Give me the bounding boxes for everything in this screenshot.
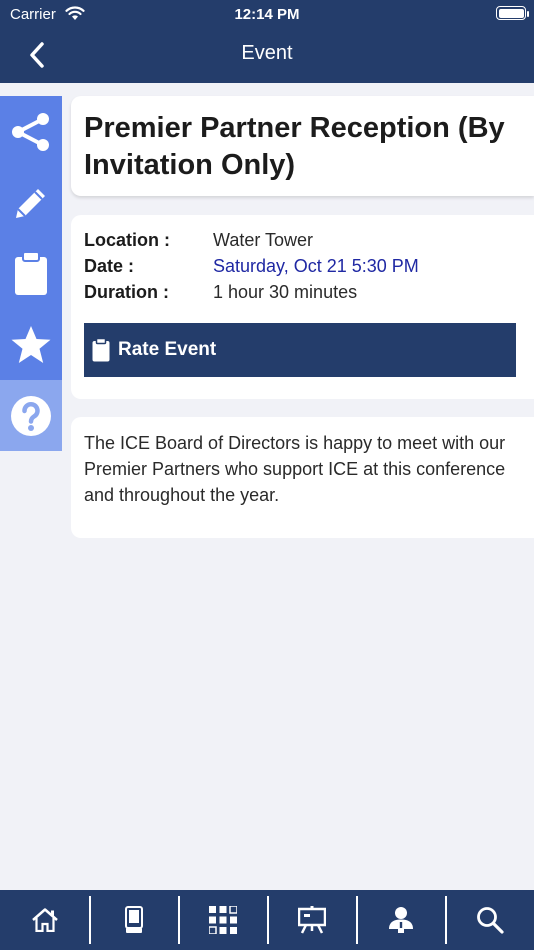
duration-label: Duration : bbox=[84, 282, 169, 302]
easel-icon bbox=[297, 906, 326, 934]
event-title: Premier Partner Reception (By Invitation… bbox=[84, 112, 505, 181]
help-icon bbox=[11, 395, 51, 436]
rate-event-label: Rate Event bbox=[118, 339, 217, 360]
status-bar: Carrier 12:14 PM bbox=[0, 0, 534, 30]
event-title-card: Premier Partner Reception (By Invitation… bbox=[71, 96, 534, 196]
clipboard-icon bbox=[92, 338, 110, 362]
tab-home[interactable] bbox=[0, 890, 89, 950]
home-icon bbox=[31, 908, 58, 932]
search-icon bbox=[476, 907, 504, 934]
event-description-card: The ICE Board of Directors is happy to m… bbox=[71, 417, 534, 538]
note-button[interactable] bbox=[0, 167, 62, 238]
event-description: The ICE Board of Directors is happy to m… bbox=[84, 433, 506, 505]
event-info-card: Location : Water Tower Date : Saturday, … bbox=[71, 215, 534, 399]
bottom-tab-bar bbox=[0, 890, 534, 950]
share-button[interactable] bbox=[0, 96, 62, 167]
battery-tip bbox=[527, 11, 529, 17]
tab-exhibitors[interactable] bbox=[89, 890, 178, 950]
rate-event-button[interactable]: Rate Event bbox=[84, 323, 516, 377]
location-value: Water Tower bbox=[213, 230, 314, 250]
help-button[interactable] bbox=[0, 380, 62, 451]
clipboard-button[interactable] bbox=[0, 238, 62, 309]
person-icon bbox=[388, 907, 413, 933]
star-icon bbox=[11, 325, 51, 363]
favorite-button[interactable] bbox=[0, 309, 62, 380]
date-label: Date : bbox=[84, 256, 135, 276]
status-time: 12:14 PM bbox=[234, 6, 300, 23]
clipboard-icon bbox=[15, 251, 47, 295]
tab-attendees[interactable] bbox=[356, 890, 445, 950]
share-icon bbox=[12, 112, 49, 151]
battery-icon bbox=[496, 6, 526, 20]
date-value[interactable]: Saturday, Oct 21 5:30 PM bbox=[213, 256, 419, 277]
grid-icon bbox=[208, 906, 237, 934]
tab-search[interactable] bbox=[445, 890, 534, 950]
page-title: Event bbox=[241, 42, 293, 64]
duration-value: 1 hour 30 minutes bbox=[213, 282, 358, 302]
pencil-icon bbox=[16, 188, 45, 218]
kiosk-icon bbox=[124, 906, 143, 933]
location-label: Location : bbox=[84, 230, 170, 250]
tab-floorplan[interactable] bbox=[178, 890, 267, 950]
side-action-rail bbox=[0, 96, 62, 451]
tab-presentations[interactable] bbox=[267, 890, 356, 950]
top-bar: Carrier 12:14 PM Event bbox=[0, 0, 534, 83]
